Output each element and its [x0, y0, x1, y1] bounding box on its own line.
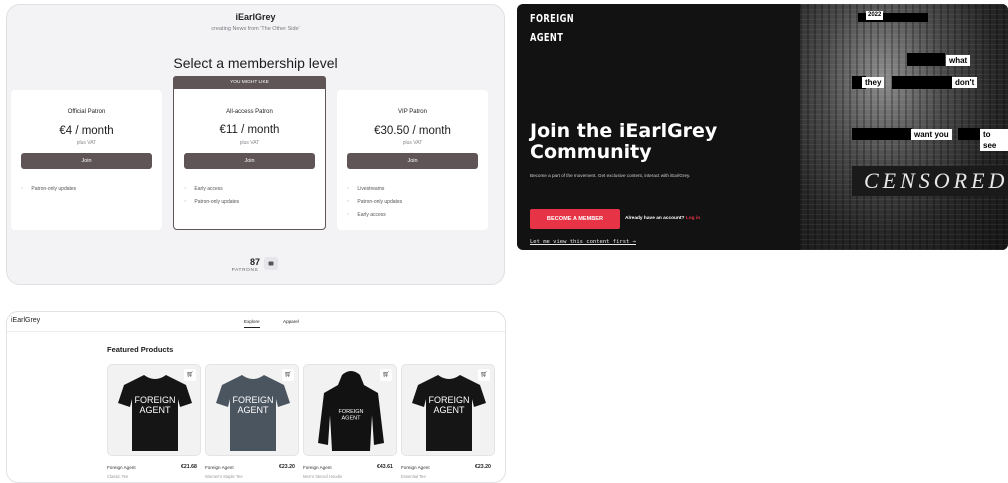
art-word: they: [862, 77, 885, 88]
tier-price: €30.50 / month: [374, 125, 451, 137]
logo-line: FOREIGN: [530, 12, 575, 25]
preview-icon[interactable]: [264, 257, 278, 270]
join-button-official[interactable]: Join: [21, 153, 152, 169]
header-divider: [7, 331, 505, 332]
become-member-button[interactable]: BECOME A MEMBER: [530, 209, 620, 229]
garment-print: AGENT: [139, 405, 171, 415]
tab-explore[interactable]: Explore: [244, 319, 260, 328]
art-word: want you: [911, 129, 952, 140]
redaction-bar: [907, 53, 945, 66]
benefit-list: Livestreams Patron-only updates Early ac…: [347, 182, 402, 221]
redaction-bar: [852, 128, 912, 140]
product-card[interactable]: FOREIGN AGENT 🛒︎: [205, 364, 299, 456]
product-price: €23.20: [475, 464, 491, 470]
creator-tagline: creating News from 'The Other Side': [211, 26, 300, 32]
benefit-item: Early access: [347, 208, 402, 221]
product-name[interactable]: Foreign Agent: [205, 465, 234, 470]
tier-name: All-access Patron: [226, 109, 273, 115]
tier-vat: plus VAT: [76, 140, 97, 146]
censored-label: CENSORED: [852, 166, 1008, 196]
artwork-texture: [800, 4, 1008, 250]
tier-name: Official Patron: [67, 109, 106, 115]
shop-panel: iEarlGrey Explore Apparel Featured Produ…: [6, 311, 506, 483]
garment-print: FOREIGN: [134, 395, 175, 405]
product-name[interactable]: Foreign Agent: [303, 465, 332, 470]
benefit-item: Early access: [184, 182, 239, 195]
hero-description: Become a part of the movement. Get exclu…: [530, 173, 691, 178]
garment-print: AGENT: [342, 416, 362, 422]
tab-apparel[interactable]: Apparel: [283, 319, 299, 324]
benefit-list: Early access Patron-only updates: [184, 182, 239, 208]
tier-vat: plus VAT: [239, 140, 260, 146]
benefit-item: Patron-only updates: [21, 182, 76, 195]
product-name[interactable]: Foreign Agent: [107, 465, 136, 470]
benefit-item: Patron-only updates: [347, 195, 402, 208]
product-price: €21.68: [181, 464, 197, 470]
logo: FOREIGN AGENT: [530, 12, 574, 45]
garment-print: AGENT: [433, 405, 465, 415]
join-button-vip[interactable]: Join: [347, 153, 478, 169]
product-card[interactable]: FOREIGN AGENT 🛒︎: [303, 364, 397, 456]
benefit-list: Patron-only updates: [21, 182, 76, 195]
benefit-item: Patron-only updates: [184, 195, 239, 208]
product-card[interactable]: FOREIGN AGENT 🛒︎: [401, 364, 495, 456]
garment-print: AGENT: [237, 405, 269, 415]
login-prompt: Already have an account? Log in: [625, 216, 700, 221]
product-name[interactable]: Foreign Agent: [401, 465, 430, 470]
product-price: €43.61: [377, 464, 393, 470]
product-card[interactable]: FOREIGN AGENT 🛒︎: [107, 364, 201, 456]
redaction-bar: [958, 128, 980, 140]
preview-content-link[interactable]: Let me view this content first →: [530, 239, 636, 245]
product-subtitle: Women's Maple Tee: [205, 474, 243, 479]
art-word: don't: [952, 77, 978, 88]
product-price: €23.20: [279, 464, 295, 470]
garment-print: FOREIGN: [428, 395, 469, 405]
tier-name: VIP Patron: [398, 109, 427, 115]
creator-name: iEarlGrey: [235, 12, 276, 22]
join-community-hero: FOREIGN AGENT Join the iEarlGrey Communi…: [517, 4, 1008, 250]
login-link[interactable]: Log in: [686, 216, 700, 221]
garment-print: FOREIGN: [232, 395, 273, 405]
tier-card-vip: VIP Patron €30.50 / month plus VAT Join …: [337, 90, 488, 230]
section-title: Featured Products: [107, 345, 174, 354]
benefit-item: Livestreams: [347, 182, 402, 195]
membership-panel: iEarlGrey creating News from 'The Other …: [6, 4, 505, 285]
cart-icon[interactable]: 🛒︎: [478, 369, 490, 381]
art-word: 2022: [866, 11, 884, 20]
product-subtitle: Essential Tee: [401, 474, 426, 479]
product-subtitle: Classic Tee: [107, 474, 129, 479]
censored-artwork: 2022 what they don't want you to see CEN…: [800, 4, 1008, 250]
cart-icon[interactable]: 🛒︎: [282, 369, 294, 381]
redaction-bar: [892, 76, 952, 89]
shop-name[interactable]: iEarlGrey: [11, 317, 40, 324]
tier-vat: plus VAT: [402, 140, 423, 146]
cart-icon[interactable]: 🛒︎: [184, 369, 196, 381]
art-word: what: [946, 55, 971, 66]
cart-icon[interactable]: 🛒︎: [380, 369, 392, 381]
login-prompt-text: Already have an account?: [625, 216, 685, 221]
hero-title: Join the iEarlGrey Community: [530, 120, 718, 163]
tier-price: €4 / month: [59, 125, 114, 137]
garment-print: FOREIGN: [338, 409, 363, 415]
join-button-all-access[interactable]: Join: [184, 153, 315, 169]
product-subtitle: Men's Stencil Hoodie: [303, 474, 343, 479]
page-title: Select a membership level: [173, 55, 338, 71]
patron-count-label: PATRONS: [231, 268, 259, 273]
tier-card-all-access: YOU MIGHT LIKE All-access Patron €11 / m…: [173, 76, 326, 230]
tier-price: €11 / month: [219, 124, 280, 136]
recommended-badge: YOU MIGHT LIKE: [173, 76, 326, 89]
tier-card-official: Official Patron €4 / month plus VAT Join…: [11, 90, 162, 230]
art-word: to see: [980, 129, 1008, 151]
logo-line: AGENT: [530, 31, 564, 44]
